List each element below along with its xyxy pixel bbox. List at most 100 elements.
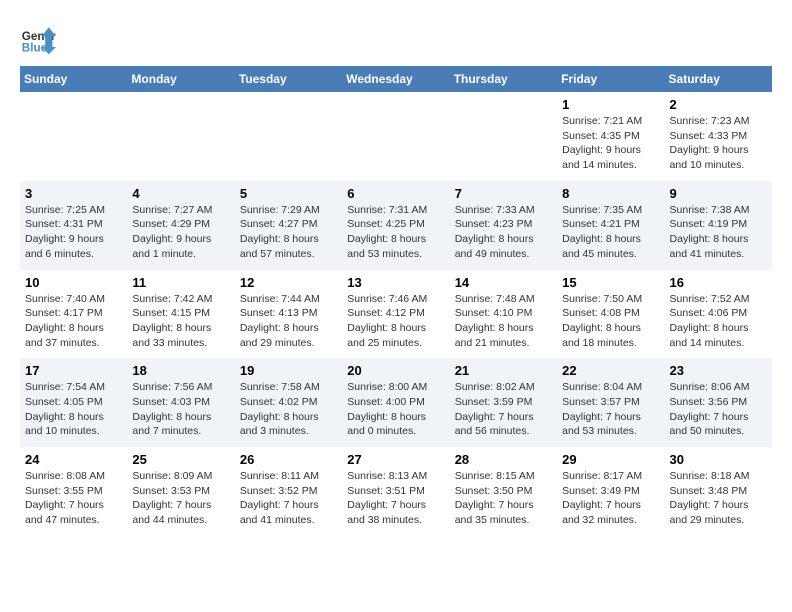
day-info: Sunrise: 8:08 AM Sunset: 3:55 PM Dayligh… [25, 469, 122, 528]
calendar-week-row: 24 Sunrise: 8:08 AM Sunset: 3:55 PM Dayli… [20, 447, 772, 536]
page-header: General Blue [20, 20, 772, 56]
calendar-cell: 14 Sunrise: 7:48 AM Sunset: 4:10 PM Dayli… [450, 270, 557, 359]
calendar-cell: 13Sunrise: 7:46 AM Sunset: 4:12 PM Dayli… [342, 270, 449, 359]
day-number: 24 [25, 452, 122, 467]
day-number: 27 [347, 452, 444, 467]
day-info: Sunrise: 8:11 AM Sunset: 3:52 PM Dayligh… [240, 469, 337, 528]
calendar-cell: 8 Sunrise: 7:35 AM Sunset: 4:21 PM Daylig… [557, 181, 664, 270]
day-info: Sunrise: 7:40 AM Sunset: 4:17 PM Dayligh… [25, 292, 122, 351]
day-info: Sunrise: 7:29 AM Sunset: 4:27 PM Dayligh… [240, 203, 337, 262]
day-info: Sunrise: 7:54 AM Sunset: 4:05 PM Dayligh… [25, 380, 122, 439]
weekday-header-row: SundayMondayTuesdayWednesdayThursdayFrid… [20, 66, 772, 92]
day-number: 9 [670, 186, 767, 201]
day-number: 13 [347, 275, 444, 290]
weekday-header: Friday [557, 66, 664, 92]
day-number: 11 [132, 275, 229, 290]
day-number: 21 [455, 363, 552, 378]
day-number: 28 [455, 452, 552, 467]
calendar-cell: 10 Sunrise: 7:40 AM Sunset: 4:17 PM Dayli… [20, 270, 127, 359]
day-info: Sunrise: 7:48 AM Sunset: 4:10 PM Dayligh… [455, 292, 552, 351]
day-info: Sunrise: 7:31 AM Sunset: 4:25 PM Dayligh… [347, 203, 444, 262]
day-number: 20 [347, 363, 444, 378]
day-number: 4 [132, 186, 229, 201]
calendar-cell: 21 Sunrise: 8:02 AM Sunset: 3:59 PM Dayli… [450, 358, 557, 447]
day-info: Sunrise: 7:38 AM Sunset: 4:19 PM Dayligh… [670, 203, 767, 262]
day-number: 1 [562, 97, 659, 112]
day-number: 15 [562, 275, 659, 290]
day-number: 12 [240, 275, 337, 290]
calendar-cell: 25 Sunrise: 8:09 AM Sunset: 3:53 PM Dayli… [127, 447, 234, 536]
weekday-header: Monday [127, 66, 234, 92]
day-number: 2 [670, 97, 767, 112]
calendar-cell: 27Sunrise: 8:13 AM Sunset: 3:51 PM Dayli… [342, 447, 449, 536]
day-info: Sunrise: 7:23 AM Sunset: 4:33 PM Dayligh… [670, 114, 767, 173]
calendar-cell: 7 Sunrise: 7:33 AM Sunset: 4:23 PM Daylig… [450, 181, 557, 270]
calendar-cell: 19 Sunrise: 7:58 AM Sunset: 4:02 PM Dayli… [235, 358, 342, 447]
day-info: Sunrise: 8:17 AM Sunset: 3:49 PM Dayligh… [562, 469, 659, 528]
calendar-cell: 9 Sunrise: 7:38 AM Sunset: 4:19 PM Daylig… [665, 181, 772, 270]
calendar-cell: 15 Sunrise: 7:50 AM Sunset: 4:08 PM Dayli… [557, 270, 664, 359]
day-info: Sunrise: 8:02 AM Sunset: 3:59 PM Dayligh… [455, 380, 552, 439]
calendar-table: SundayMondayTuesdayWednesdayThursdayFrid… [20, 66, 772, 536]
calendar-cell: 23 Sunrise: 8:06 AM Sunset: 3:56 PM Dayli… [665, 358, 772, 447]
calendar-cell: 22 Sunrise: 8:04 AM Sunset: 3:57 PM Dayli… [557, 358, 664, 447]
calendar-cell: 6 Sunrise: 7:31 AM Sunset: 4:25 PM Daylig… [342, 181, 449, 270]
calendar-week-row: 1 Sunrise: 7:21 AM Sunset: 4:35 PM Daylig… [20, 92, 772, 181]
day-info: Sunrise: 8:06 AM Sunset: 3:56 PM Dayligh… [670, 380, 767, 439]
day-number: 8 [562, 186, 659, 201]
calendar-cell: 11 Sunrise: 7:42 AM Sunset: 4:15 PM Dayli… [127, 270, 234, 359]
day-info: Sunrise: 7:50 AM Sunset: 4:08 PM Dayligh… [562, 292, 659, 351]
weekday-header: Saturday [665, 66, 772, 92]
calendar-cell [342, 92, 449, 181]
calendar-cell: 18 Sunrise: 7:56 AM Sunset: 4:03 PM Dayli… [127, 358, 234, 447]
calendar-cell: 1 Sunrise: 7:21 AM Sunset: 4:35 PM Daylig… [557, 92, 664, 181]
calendar-cell [235, 92, 342, 181]
day-info: Sunrise: 7:35 AM Sunset: 4:21 PM Dayligh… [562, 203, 659, 262]
day-number: 16 [670, 275, 767, 290]
day-number: 29 [562, 452, 659, 467]
day-info: Sunrise: 7:42 AM Sunset: 4:15 PM Dayligh… [132, 292, 229, 351]
calendar-cell: 4Sunrise: 7:27 AM Sunset: 4:29 PM Daylig… [127, 181, 234, 270]
day-info: Sunrise: 7:56 AM Sunset: 4:03 PM Dayligh… [132, 380, 229, 439]
calendar-cell: 5 Sunrise: 7:29 AM Sunset: 4:27 PM Daylig… [235, 181, 342, 270]
calendar-week-row: 10 Sunrise: 7:40 AM Sunset: 4:17 PM Dayli… [20, 270, 772, 359]
day-number: 25 [132, 452, 229, 467]
day-number: 5 [240, 186, 337, 201]
calendar-cell [450, 92, 557, 181]
day-number: 14 [455, 275, 552, 290]
weekday-header: Thursday [450, 66, 557, 92]
calendar-cell [20, 92, 127, 181]
day-number: 18 [132, 363, 229, 378]
day-number: 23 [670, 363, 767, 378]
calendar-week-row: 3Sunrise: 7:25 AM Sunset: 4:31 PM Daylig… [20, 181, 772, 270]
calendar-cell: 16 Sunrise: 7:52 AM Sunset: 4:06 PM Dayli… [665, 270, 772, 359]
calendar-week-row: 17 Sunrise: 7:54 AM Sunset: 4:05 PM Dayli… [20, 358, 772, 447]
day-info: Sunrise: 7:21 AM Sunset: 4:35 PM Dayligh… [562, 114, 659, 173]
day-info: Sunrise: 7:25 AM Sunset: 4:31 PM Dayligh… [25, 203, 122, 262]
weekday-header: Wednesday [342, 66, 449, 92]
day-number: 19 [240, 363, 337, 378]
calendar-cell: 28 Sunrise: 8:15 AM Sunset: 3:50 PM Dayli… [450, 447, 557, 536]
weekday-header: Sunday [20, 66, 127, 92]
day-info: Sunrise: 8:00 AM Sunset: 4:00 PM Dayligh… [347, 380, 444, 439]
calendar-cell: 20 Sunrise: 8:00 AM Sunset: 4:00 PM Dayli… [342, 358, 449, 447]
day-info: Sunrise: 8:04 AM Sunset: 3:57 PM Dayligh… [562, 380, 659, 439]
day-info: Sunrise: 7:58 AM Sunset: 4:02 PM Dayligh… [240, 380, 337, 439]
calendar-cell: 2 Sunrise: 7:23 AM Sunset: 4:33 PM Daylig… [665, 92, 772, 181]
logo-icon: General Blue [20, 20, 56, 56]
day-info: Sunrise: 7:52 AM Sunset: 4:06 PM Dayligh… [670, 292, 767, 351]
day-info: Sunrise: 8:09 AM Sunset: 3:53 PM Dayligh… [132, 469, 229, 528]
day-info: Sunrise: 7:44 AM Sunset: 4:13 PM Dayligh… [240, 292, 337, 351]
day-number: 6 [347, 186, 444, 201]
calendar-cell: 12 Sunrise: 7:44 AM Sunset: 4:13 PM Dayli… [235, 270, 342, 359]
day-number: 26 [240, 452, 337, 467]
day-number: 7 [455, 186, 552, 201]
day-number: 10 [25, 275, 122, 290]
calendar-cell: 17 Sunrise: 7:54 AM Sunset: 4:05 PM Dayli… [20, 358, 127, 447]
day-info: Sunrise: 8:15 AM Sunset: 3:50 PM Dayligh… [455, 469, 552, 528]
day-number: 22 [562, 363, 659, 378]
day-info: Sunrise: 7:33 AM Sunset: 4:23 PM Dayligh… [455, 203, 552, 262]
day-number: 17 [25, 363, 122, 378]
calendar-cell [127, 92, 234, 181]
calendar-cell: 24 Sunrise: 8:08 AM Sunset: 3:55 PM Dayli… [20, 447, 127, 536]
